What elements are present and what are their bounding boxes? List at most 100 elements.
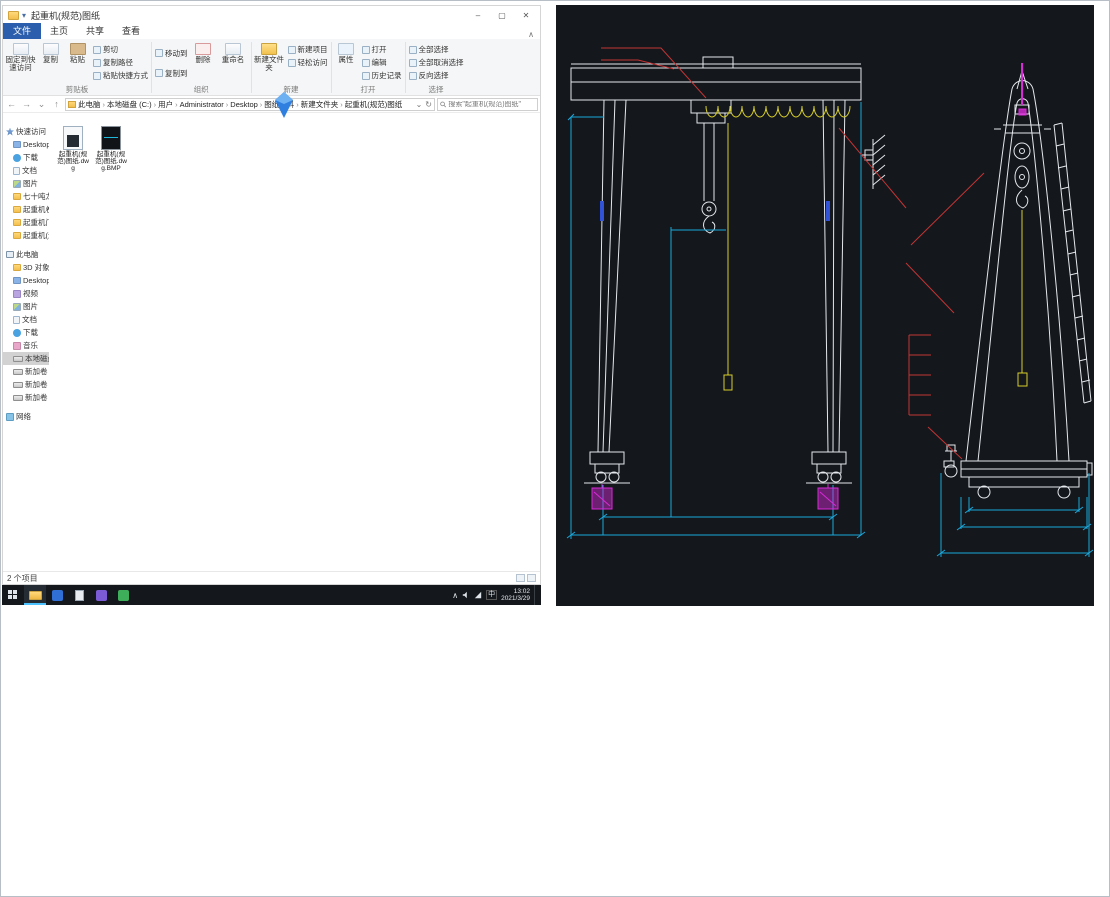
breadcrumb-segment[interactable]: 用户 <box>158 99 173 110</box>
pin-icon <box>12 43 29 55</box>
breadcrumb-segment[interactable]: 新建文件夹 <box>301 99 339 110</box>
back-icon[interactable]: ← <box>5 99 18 109</box>
ribbon-copy-to-button[interactable]: 复制到 <box>155 63 188 83</box>
ribbon-invert-selection-button[interactable]: 反向选择 <box>408 69 464 82</box>
breadcrumb[interactable]: 此电脑 › 本地磁盘 (C:) › 用户 › Administrator › Deskt… <box>65 97 435 111</box>
wps-icon <box>51 589 63 601</box>
sidebar-item-music[interactable]: 音乐 <box>3 339 49 352</box>
sidebar-item-downloads-2[interactable]: 下载 <box>3 326 49 339</box>
sidebar-item-quick-access[interactable]: 快速访问 <box>3 125 49 138</box>
refresh-icon[interactable]: ↻ <box>425 100 432 109</box>
breadcrumb-segment[interactable]: 此电脑 <box>78 99 101 110</box>
file-item-bmp[interactable]: 起重机(规范)图纸.dwg.BMP <box>95 126 127 172</box>
ribbon-copy-button[interactable]: 复制 <box>37 40 64 64</box>
taskbar: ∧ 中 13:02 2021/3/29 <box>2 585 541 605</box>
sidebar-item-documents-2[interactable]: 文档 <box>3 313 49 326</box>
taskbar-clock[interactable]: 13:02 2021/3/29 <box>501 588 530 603</box>
music-icon <box>13 341 21 350</box>
ribbon-paste-button[interactable]: 粘贴 <box>64 40 91 64</box>
windows-logo-icon <box>8 590 18 600</box>
ribbon-new-folder-button[interactable]: 新建文件夹 <box>253 40 286 72</box>
up-icon[interactable]: ↑ <box>50 99 63 109</box>
sidebar-item-desktop[interactable]: Desktop <box>3 138 49 151</box>
tab-home[interactable]: 主页 <box>41 23 77 39</box>
address-dropdown-icon[interactable]: ⌄ <box>416 100 423 109</box>
ribbon-separator <box>250 42 252 93</box>
ribbon-move-to-button[interactable]: 移动到 <box>155 43 188 63</box>
sidebar-item-videos[interactable]: 视频 <box>3 287 49 300</box>
ribbon-select-none-button[interactable]: 全部取消选择 <box>408 56 464 69</box>
ribbon-delete-button[interactable]: 删除 <box>190 40 217 64</box>
tab-file[interactable]: 文件 <box>3 23 42 39</box>
minimize-button[interactable]: – <box>466 7 490 24</box>
ribbon-group-clipboard: 固定到快速访问 复制 粘贴 剪切 复制路径 粘贴快捷方式 剪贴板 <box>4 40 150 95</box>
history-icon <box>361 71 370 80</box>
file-item-dwg[interactable]: 起重机(规范)图纸.dwg <box>57 126 89 172</box>
tab-view[interactable]: 查看 <box>113 23 149 39</box>
sidebar-item-folder-2[interactable]: 起重机卷扬机构图纸 <box>3 203 49 216</box>
taskbar-viewer-button[interactable] <box>112 585 134 605</box>
ribbon-new-item-button[interactable]: 新建项目 <box>287 43 328 56</box>
ribbon-easy-access-button[interactable]: 轻松访问 <box>287 56 328 69</box>
recent-locations-icon[interactable]: ⌄ <box>35 99 48 110</box>
collapse-ribbon-icon[interactable]: ∧ <box>528 30 534 39</box>
breadcrumb-segment[interactable]: 本地磁盘 (C:) <box>107 99 152 110</box>
file-name: 起重机(规范)图纸.dwg.BMP <box>95 151 127 172</box>
taskbar-explorer-button[interactable] <box>24 585 46 605</box>
taskbar-cad-button[interactable] <box>90 585 112 605</box>
start-button[interactable] <box>2 585 24 605</box>
sidebar-item-pictures-2[interactable]: 图片 <box>3 300 49 313</box>
network-icon[interactable] <box>474 591 482 599</box>
taskbar-wps-button[interactable] <box>46 585 68 605</box>
ribbon-properties-button[interactable]: 属性 <box>333 40 360 64</box>
ribbon-edit-button[interactable]: 编辑 <box>361 56 402 69</box>
tab-share[interactable]: 共享 <box>77 23 113 39</box>
ribbon-rename-button[interactable]: 重命名 <box>217 40 250 64</box>
ribbon-cut-button[interactable]: 剪切 <box>93 43 148 56</box>
tray-chevron-icon[interactable]: ∧ <box>452 591 458 600</box>
sidebar-item-desktop-2[interactable]: Desktop <box>3 274 49 287</box>
ribbon-copy-path-button[interactable]: 复制路径 <box>93 56 148 69</box>
forward-icon[interactable]: → <box>20 99 33 109</box>
cad-viewer-panel[interactable] <box>556 5 1094 606</box>
titlebar[interactable]: ▾ 起重机(规范)图纸 – ▢ ✕ <box>3 6 540 24</box>
search-box[interactable] <box>437 97 538 111</box>
sidebar-item-volume-d[interactable]: 新加卷 (D:) <box>3 365 49 378</box>
sidebar-item-pictures[interactable]: 图片 <box>3 177 49 190</box>
breadcrumb-segment[interactable]: Administrator <box>180 100 224 109</box>
breadcrumb-segment[interactable]: Desktop <box>230 100 258 109</box>
document-icon <box>13 315 20 324</box>
ribbon-select-all-button[interactable]: 全部选择 <box>408 43 464 56</box>
ribbon-history-button[interactable]: 历史记录 <box>361 69 402 82</box>
sidebar-item-folder-1[interactable]: 七十吨龙门式起重机图纸 <box>3 190 49 203</box>
ribbon-paste-shortcut-button[interactable]: 粘贴快捷方式 <box>93 69 148 82</box>
sidebar-item-local-disk-c[interactable]: 本地磁盘 (C:) <box>3 352 49 365</box>
sidebar-item-downloads[interactable]: 下载 <box>3 151 49 164</box>
view-large-icons-button[interactable] <box>527 574 536 582</box>
taskbar-document-button[interactable] <box>68 585 90 605</box>
sidebar-item-folder-3[interactable]: 起重机门架图纸 <box>3 216 49 229</box>
file-list-area[interactable]: 起重机(规范)图纸.dwg 起重机(规范)图纸.dwg.BMP <box>49 113 540 571</box>
sidebar-item-3d-objects[interactable]: 3D 对象 <box>3 261 49 274</box>
sidebar-item-network[interactable]: 网络 <box>3 410 49 423</box>
image-viewer-icon <box>117 589 129 601</box>
volume-icon[interactable] <box>462 591 470 599</box>
sidebar-item-this-pc[interactable]: 此电脑 <box>3 248 49 261</box>
maximize-button[interactable]: ▢ <box>490 7 514 24</box>
desktop-screen: ▾ 起重机(规范)图纸 – ▢ ✕ 文件 主页 共享 查看 ∧ 固定到快速访问 … <box>0 0 1110 897</box>
show-desktop-button[interactable] <box>534 585 538 605</box>
sidebar-item-volume-f[interactable]: 新加卷 (F:) <box>3 391 49 404</box>
search-input[interactable] <box>448 100 535 108</box>
sidebar-item-volume-e[interactable]: 新加卷 (E:) <box>3 378 49 391</box>
sidebar-item-documents[interactable]: 文档 <box>3 164 49 177</box>
sidebar-item-folder-4[interactable]: 起重机(液压站)图纸 <box>3 229 49 242</box>
folder-icon <box>13 264 21 271</box>
view-details-button[interactable] <box>516 574 525 582</box>
input-method-indicator[interactable]: 中 <box>486 590 498 600</box>
ribbon-pin-button[interactable]: 固定到快速访问 <box>4 40 37 72</box>
close-button[interactable]: ✕ <box>514 7 538 24</box>
breadcrumb-segment[interactable]: 起重机(规范)图纸 <box>345 99 403 110</box>
ribbon-open-button[interactable]: 打开 <box>361 43 402 56</box>
quick-access-toolbar-icon[interactable]: ▾ <box>22 11 26 20</box>
ribbon-separator <box>404 42 406 93</box>
